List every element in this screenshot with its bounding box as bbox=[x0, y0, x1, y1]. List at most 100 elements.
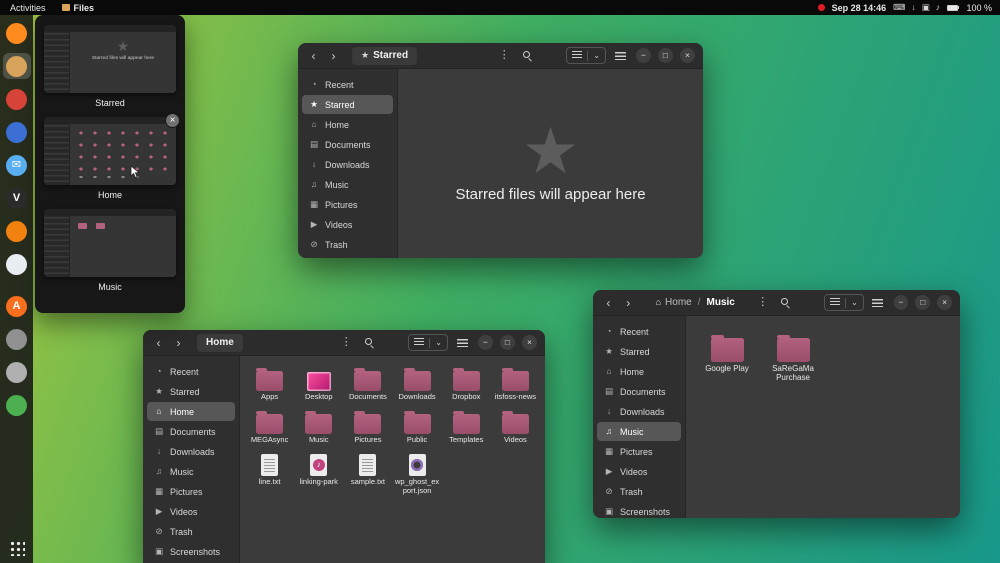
file-item[interactable]: Apps bbox=[246, 366, 293, 402]
hamburger-menu-button[interactable] bbox=[453, 335, 471, 351]
file-item[interactable]: Dropbox bbox=[443, 366, 490, 402]
sidebar-item[interactable]: ★ Starred bbox=[597, 342, 681, 361]
back-button[interactable]: ‹ bbox=[151, 335, 166, 351]
sidebar-item[interactable]: ▶ Videos bbox=[302, 215, 393, 234]
minimize-button[interactable]: − bbox=[894, 295, 909, 310]
view-toggle[interactable]: ⌄ bbox=[824, 294, 864, 311]
sidebar-item[interactable]: ◔ Recent bbox=[147, 362, 235, 381]
close-button[interactable]: × bbox=[680, 48, 695, 63]
dock-item[interactable]: ✉ bbox=[3, 152, 31, 178]
titlebar[interactable]: ‹ › Home ⋮ ⌄ − □ × bbox=[143, 330, 545, 356]
clock[interactable]: Sep 28 14:46 bbox=[832, 3, 887, 13]
close-button[interactable]: × bbox=[522, 335, 537, 350]
dock-item[interactable] bbox=[3, 218, 31, 244]
sidebar-item[interactable]: ★ Starred bbox=[302, 95, 393, 114]
minimize-button[interactable]: − bbox=[478, 335, 493, 350]
sidebar-item[interactable]: ↓ Downloads bbox=[302, 155, 393, 174]
file-item[interactable]: MEGAsync bbox=[246, 409, 293, 445]
file-item[interactable]: Downloads bbox=[394, 366, 441, 402]
system-tray[interactable]: ⌨↓▣♪ bbox=[893, 3, 940, 12]
path-button[interactable]: ★ Starred bbox=[352, 47, 417, 65]
file-item[interactable]: Public bbox=[394, 409, 441, 445]
sidebar-item[interactable]: ↓ Downloads bbox=[147, 442, 235, 461]
sidebar-item[interactable]: ▦ Pictures bbox=[302, 195, 393, 214]
file-item[interactable]: Videos bbox=[492, 409, 539, 445]
dock-item[interactable] bbox=[3, 251, 31, 277]
dock-item[interactable] bbox=[3, 359, 31, 385]
menu-dots-icon[interactable]: ⋮ bbox=[754, 295, 772, 311]
path-button[interactable]: Home bbox=[197, 334, 243, 352]
sidebar-item[interactable]: ↓ Downloads bbox=[597, 402, 681, 421]
file-item[interactable]: wp_ghost_export.json bbox=[394, 451, 441, 495]
sidebar-item[interactable]: ⌂ Home bbox=[302, 115, 393, 134]
view-toggle[interactable]: ⌄ bbox=[408, 334, 448, 351]
search-icon[interactable] bbox=[777, 295, 795, 311]
window-thumbnail-music[interactable]: Music bbox=[43, 209, 177, 292]
sidebar-item[interactable]: ▤ Documents bbox=[147, 422, 235, 441]
sidebar-item[interactable]: ◔ Recent bbox=[597, 322, 681, 341]
sidebar-item[interactable]: ♫ Music bbox=[597, 422, 681, 441]
maximize-button[interactable]: □ bbox=[500, 335, 515, 350]
sidebar-item[interactable]: ◔ Recent bbox=[302, 75, 393, 94]
dock-item[interactable] bbox=[3, 86, 31, 112]
app-menu[interactable]: Files bbox=[62, 3, 95, 13]
search-icon[interactable] bbox=[360, 335, 378, 351]
dock-item[interactable] bbox=[3, 20, 31, 46]
minimize-button[interactable]: − bbox=[636, 48, 651, 63]
file-item[interactable]: line.txt bbox=[246, 451, 293, 495]
maximize-button[interactable]: □ bbox=[915, 295, 930, 310]
sidebar-item[interactable]: ▶ Videos bbox=[147, 502, 235, 521]
back-button[interactable]: ‹ bbox=[306, 48, 321, 64]
sidebar-item[interactable]: ▣ Screenshots bbox=[147, 542, 235, 561]
sidebar-item[interactable]: ▦ Pictures bbox=[147, 482, 235, 501]
file-item[interactable]: linking-park bbox=[295, 451, 342, 495]
forward-button[interactable]: › bbox=[621, 295, 636, 311]
sidebar-item[interactable]: ♫ Music bbox=[302, 175, 393, 194]
close-thumbnail-button[interactable]: × bbox=[165, 113, 180, 128]
search-icon[interactable] bbox=[518, 48, 536, 64]
close-button[interactable]: × bbox=[937, 295, 952, 310]
file-item[interactable]: sample.txt bbox=[344, 451, 391, 495]
window-thumbnail-starred[interactable]: ★ Starred files will appear here Starred bbox=[43, 25, 177, 108]
file-item[interactable]: Documents bbox=[344, 366, 391, 402]
forward-button[interactable]: › bbox=[326, 48, 341, 64]
file-item[interactable]: Templates bbox=[443, 409, 490, 445]
sidebar-item[interactable]: ⊘ Trash bbox=[302, 235, 393, 254]
sidebar-item[interactable]: ▦ Pictures bbox=[597, 442, 681, 461]
view-toggle[interactable]: ⌄ bbox=[566, 47, 606, 64]
hamburger-menu-button[interactable] bbox=[869, 295, 887, 311]
file-item[interactable]: Desktop bbox=[295, 366, 342, 402]
file-item[interactable]: Pictures bbox=[344, 409, 391, 445]
sidebar-item[interactable]: ▤ Documents bbox=[302, 135, 393, 154]
file-item[interactable]: SaReGaMa Purchase bbox=[766, 332, 820, 382]
sidebar-item[interactable]: ♫ Music bbox=[147, 462, 235, 481]
sidebar-item[interactable]: ▶ Videos bbox=[597, 462, 681, 481]
app-grid-icon[interactable] bbox=[8, 539, 25, 556]
dock-item[interactable]: V bbox=[3, 185, 31, 211]
file-item[interactable]: itsfoss-news bbox=[492, 366, 539, 402]
forward-button[interactable]: › bbox=[171, 335, 186, 351]
back-button[interactable]: ‹ bbox=[601, 295, 616, 311]
dock-item[interactable] bbox=[3, 326, 31, 352]
titlebar[interactable]: ‹ › ⌂ Home / Music ⋮ ⌄ − □ × bbox=[593, 290, 960, 316]
titlebar[interactable]: ‹ › ★ Starred ⋮ ⌄ − □ × bbox=[298, 43, 703, 69]
file-item[interactable]: Music bbox=[295, 409, 342, 445]
dock-item[interactable]: A bbox=[3, 293, 31, 319]
activities-button[interactable]: Activities bbox=[8, 3, 48, 13]
sidebar-item[interactable]: ★ Starred bbox=[147, 382, 235, 401]
sidebar-item[interactable]: ▤ Documents bbox=[597, 382, 681, 401]
menu-dots-icon[interactable]: ⋮ bbox=[337, 335, 355, 351]
menu-dots-icon[interactable]: ⋮ bbox=[495, 48, 513, 64]
sidebar-item[interactable]: ⌂ Home bbox=[597, 362, 681, 381]
hamburger-menu-button[interactable] bbox=[611, 48, 629, 64]
dock-item[interactable] bbox=[3, 119, 31, 145]
dock-item[interactable] bbox=[3, 53, 31, 79]
breadcrumb-current[interactable]: Music bbox=[707, 297, 735, 308]
sidebar-item[interactable]: ▣ Screenshots bbox=[597, 502, 681, 518]
sidebar-item[interactable]: ⌂ Home bbox=[147, 402, 235, 421]
dock-item[interactable] bbox=[3, 392, 31, 418]
maximize-button[interactable]: □ bbox=[658, 48, 673, 63]
sidebar-item[interactable]: ⊘ Trash bbox=[597, 482, 681, 501]
breadcrumb-home[interactable]: ⌂ Home bbox=[656, 297, 692, 308]
sidebar-item[interactable]: ⊘ Trash bbox=[147, 522, 235, 541]
